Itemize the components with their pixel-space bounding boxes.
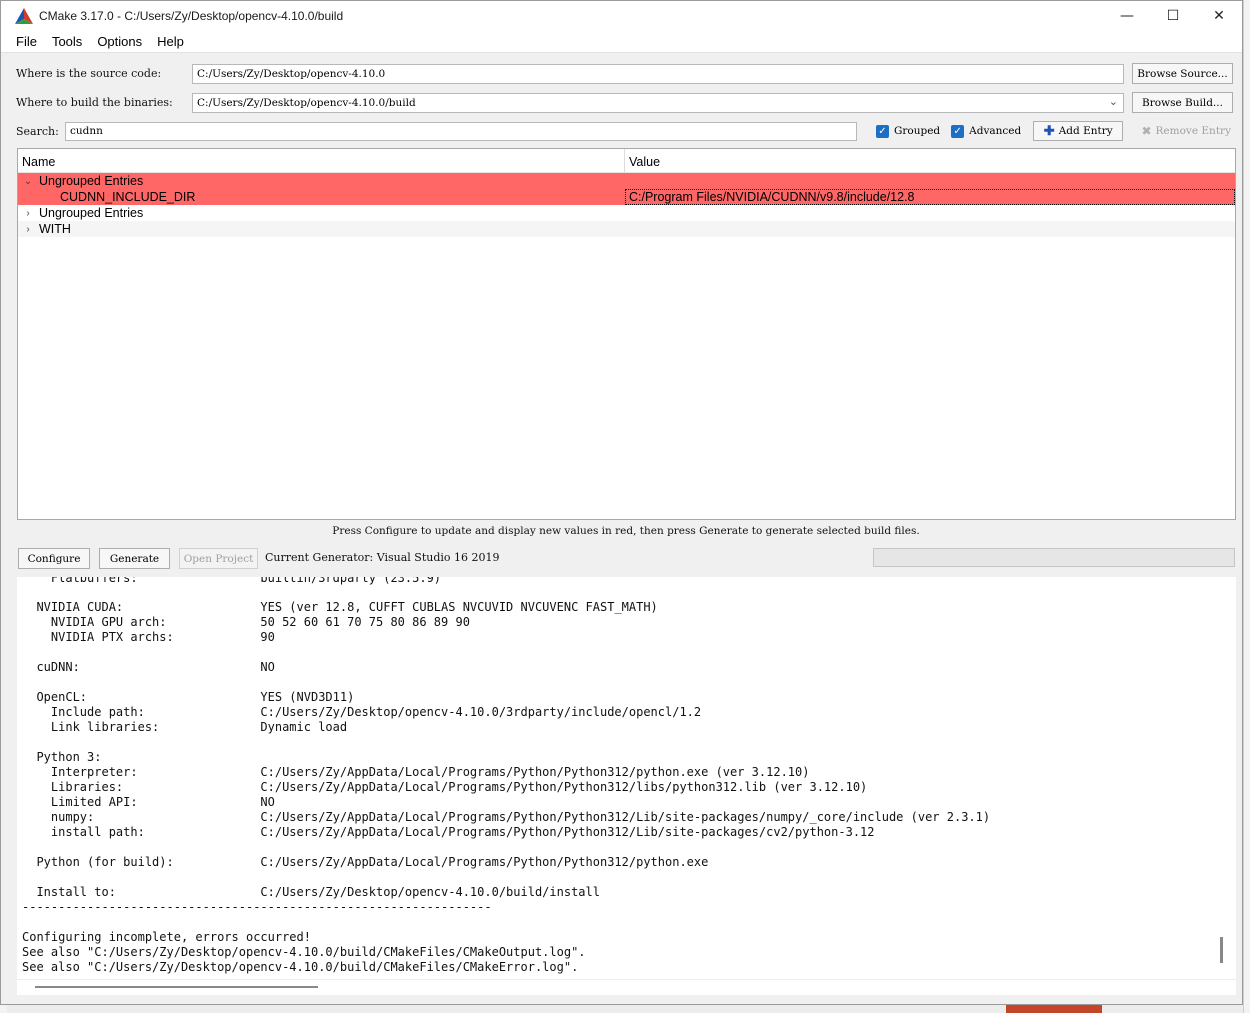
log-line: OpenCL: YES (NVD3D11) [22,690,355,704]
chevron-right-icon[interactable]: › [20,208,36,219]
log-line: ----------------------------------------… [22,900,492,914]
log-line: Limited API: NO [22,795,275,809]
window-title: CMake 3.17.0 - C:/Users/Zy/Desktop/openc… [39,9,344,23]
minimize-button[interactable]: — [1104,1,1150,31]
tree-row-cudnn-include-dir[interactable]: CUDNN_INCLUDE_DIR C:/Program Files/NVIDI… [18,189,1235,205]
status-message: Press Configure to update and display ne… [332,525,920,537]
cache-tree[interactable]: Name Value ⌄ Ungrouped Entries CUDNN_INC… [17,148,1236,520]
log-line: Libraries: C:/Users/Zy/AppData/Local/Pro… [22,780,868,794]
grouped-label: Grouped [894,125,941,137]
cmake-window: CMake 3.17.0 - C:/Users/Zy/Desktop/openc… [0,0,1243,1005]
remove-entry-label: Remove Entry [1155,125,1231,137]
plus-icon: ✚ [1043,123,1055,139]
current-generator-label: Current Generator: Visual Studio 16 2019 [265,551,500,564]
title-bar: CMake 3.17.0 - C:/Users/Zy/Desktop/openc… [1,1,1242,31]
name-column-header[interactable]: Name [18,149,625,172]
window-controls: — ☐ ✕ [1104,1,1242,31]
menu-help[interactable]: Help [150,34,192,49]
log-line: Link libraries: Dynamic load [22,720,348,734]
log-line: NVIDIA GPU arch: 50 52 60 61 70 75 80 86… [22,615,470,629]
build-path-value: C:/Users/Zy/Desktop/opencv-4.10.0/build [197,96,416,109]
close-button[interactable]: ✕ [1196,1,1242,31]
cmake-logo-icon [15,8,33,24]
menu-tools[interactable]: Tools [45,34,90,49]
add-entry-label: Add Entry [1058,125,1113,137]
search-input[interactable]: cudnn [65,121,857,141]
log-line: NVIDIA CUDA: YES (ver 12.8, CUFFT CUBLAS… [22,600,658,614]
open-project-button[interactable]: Open Project [179,548,258,569]
search-row: Search: cudnn ✓ Grouped ✓ Advanced ✚ Add… [1,121,1244,141]
advanced-checkbox[interactable]: ✓ Advanced [951,124,1022,138]
log-horizontal-scroll-thumb[interactable] [35,986,318,988]
tree-row-value [625,205,1235,221]
log-line: Python (for build): C:/Users/Zy/AppData/… [22,855,709,869]
remove-x-icon: ✖ [1141,124,1152,138]
source-path-input[interactable]: C:/Users/Zy/Desktop/opencv-4.10.0 [192,63,1124,84]
log-line: Flatbuffers: builtin/3rdparty (23.5.9) [22,577,442,585]
progress-bar [873,548,1235,567]
log-line: numpy: C:/Users/Zy/AppData/Local/Program… [22,810,991,824]
tree-row-name: WITH [39,222,71,236]
log-line: cuDNN: NO [22,660,275,674]
log-line: NVIDIA PTX archs: 90 [22,630,275,644]
log-line: Configuring incomplete, errors occurred! [22,930,311,944]
tree-row-with[interactable]: › WITH [18,221,1235,237]
log-line: See also "C:/Users/Zy/Desktop/opencv-4.1… [22,960,579,974]
tree-row-name: Ungrouped Entries [39,174,144,188]
checkmark-icon: ✓ [951,124,965,138]
chevron-right-icon[interactable]: › [20,224,36,235]
tree-row-name: CUDNN_INCLUDE_DIR [60,190,196,204]
tree-row-value[interactable]: C:/Program Files/NVIDIA/CUDNN/v9.8/inclu… [625,189,1235,205]
menu-options[interactable]: Options [90,34,150,49]
grouped-checkbox[interactable]: ✓ Grouped [876,124,941,138]
browse-source-button[interactable]: Browse Source... [1132,63,1233,84]
menu-file[interactable]: File [9,34,45,49]
remove-entry-button[interactable]: ✖ Remove Entry [1133,121,1239,141]
search-label: Search: [16,124,59,138]
browse-build-button[interactable]: Browse Build... [1132,92,1233,113]
output-log[interactable]: Flatbuffers: builtin/3rdparty (23.5.9) N… [17,577,1218,979]
source-row: Where is the source code: C:/Users/Zy/De… [1,63,1244,84]
value-column-header[interactable]: Value [625,149,1235,172]
maximize-button[interactable]: ☐ [1150,1,1196,31]
tree-row-name: Ungrouped Entries [39,206,144,220]
advanced-label: Advanced [969,125,1022,137]
tree-header: Name Value [18,149,1235,173]
log-line: Python 3: [22,750,102,764]
taskbar-fragment [1006,1005,1102,1013]
log-line: Include path: C:/Users/Zy/Desktop/opencv… [22,705,702,719]
desktop-background-right [1243,0,1250,1013]
log-vertical-scroll-thumb[interactable] [1220,937,1223,963]
build-path-combobox[interactable]: C:/Users/Zy/Desktop/opencv-4.10.0/build … [192,92,1124,113]
log-line: Interpreter: C:/Users/Zy/AppData/Local/P… [22,765,810,779]
tree-row-value [625,173,1235,189]
build-row: Where to build the binaries: C:/Users/Zy… [1,92,1244,113]
configure-button[interactable]: Configure [18,548,90,569]
log-line: Install to: C:/Users/Zy/Desktop/opencv-4… [22,885,600,899]
build-label: Where to build the binaries: [16,96,173,109]
log-line: See also "C:/Users/Zy/Desktop/opencv-4.1… [22,945,586,959]
log-vertical-scrollbar[interactable] [1218,577,1236,979]
add-entry-button[interactable]: ✚ Add Entry [1033,121,1124,141]
checkmark-icon: ✓ [876,124,889,138]
tree-row-ungrouped-entries-expanded[interactable]: ⌄ Ungrouped Entries [18,173,1235,189]
tree-row-ungrouped-entries-collapsed[interactable]: › Ungrouped Entries [18,205,1235,221]
menu-bar: File Tools Options Help [1,31,1242,53]
chevron-down-icon[interactable]: ⌄ [20,176,36,187]
source-label: Where is the source code: [16,67,162,80]
tree-row-value [625,221,1235,237]
log-line: install path: C:/Users/Zy/AppData/Local/… [22,825,875,839]
generate-button[interactable]: Generate [99,548,170,569]
chevron-down-icon[interactable]: ⌄ [1109,95,1118,108]
